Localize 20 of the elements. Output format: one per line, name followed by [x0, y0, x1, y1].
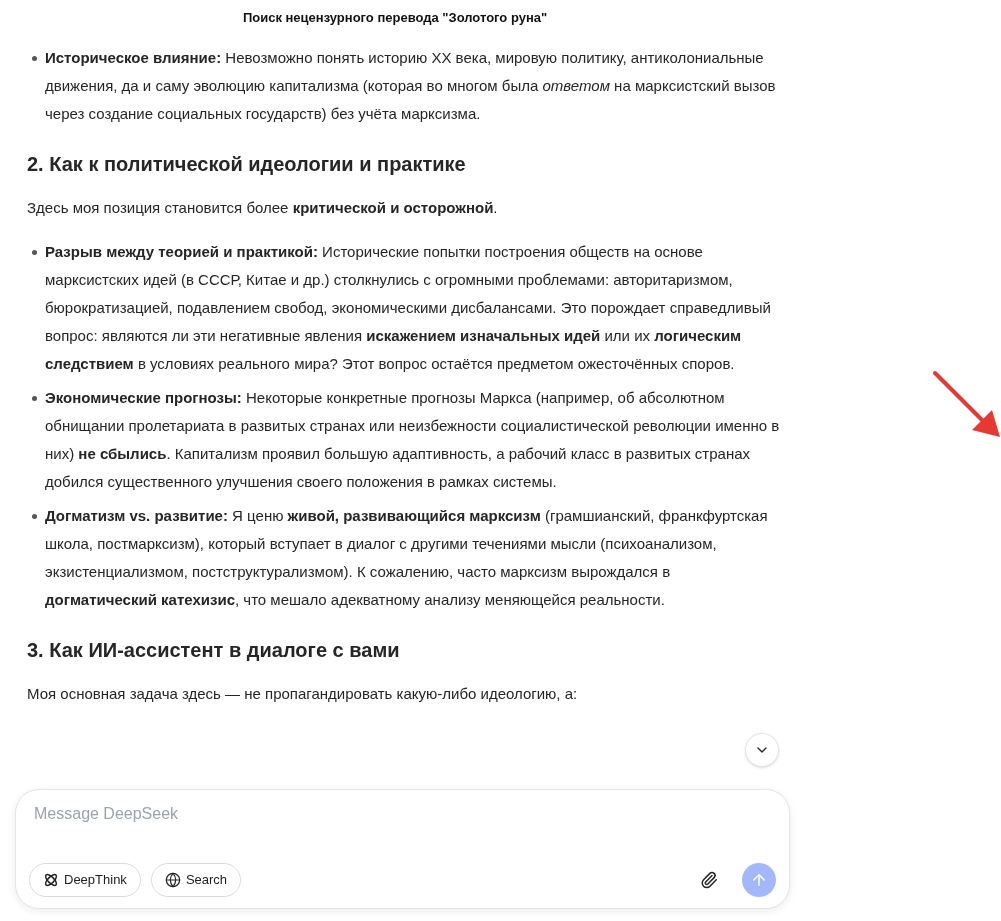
paragraph: Моя основная задача здесь — не пропагандировать какую-либо идеологию, а: [27, 684, 579, 704]
paperclip-icon [700, 871, 718, 889]
paragraph: Здесь моя позиция становится более критической и осторожной. [27, 198, 499, 218]
atom-icon [43, 872, 59, 888]
bullet-text: Разрыв между теорией и практикой: Исторические попытки построения обществ на основе марксистских идей (в СССР, Китае и др.) столкнулись с огромными проблемами: авторитаризмом, бюрократизацией, подавлением свобод, экономическими дисбалансами. Это порождает справедливый вопрос: являются ли эти негативные явления искажением изначальных идей или их логическим следствием в условиях реального мира? Этот вопрос остаётся предметом ожесточённых споров. [45, 242, 772, 374]
globe-icon [164, 872, 181, 888]
section-heading: 3. Как ИИ-ассистент в диалоге с вами [27, 638, 401, 663]
bullet-text: Догматизм vs. развитие: Я ценю живой, развивающийся марксизм (грамшианский, франкфуртская школа, постмарксизм), который вступает в диалог с другими течениями мысли (психоанализом, экзистенциализмом, постструктурализмом). К сожалению, часто марксизм вырождался в догматический катехизис, что мешало адекватному анализу меняющейся реальности. [45, 506, 769, 610]
bullet-text: Экономические прогнозы: Некоторые конкретные прогнозы Маркса (например, об абсолютном обнищании пролетариата в развитых странах или неизбежности социалистической революции именно в них) не сбылись. Капитализм проявил большую адаптивность, а рабочий класс в развитых странах добился существенного улучшения своего положения в рамках системы. [45, 388, 780, 492]
annotation-arrow [932, 370, 1001, 438]
bullet-icon [32, 514, 37, 519]
bullet-icon [32, 396, 37, 401]
message-input[interactable]: Message DeepSeek [29, 802, 776, 826]
section-heading: 2. Как к политической идеологии и практике [27, 152, 467, 177]
chat-title: Поиск нецензурного перевода "Золотого руна" [242, 9, 548, 28]
send-button[interactable] [742, 863, 776, 897]
bullet-text: Историческое влияние: Невозможно понять историю XX века, мировую политику, антиколониальные движения, да и саму эволюцию капитализма (которая во многом была ответом на марксистский вызов через создание социальных государств) без учёта марксизма. [45, 48, 777, 124]
scroll-down-button[interactable] [745, 733, 779, 767]
bullet-icon [32, 250, 37, 255]
bullet-icon [32, 56, 37, 61]
